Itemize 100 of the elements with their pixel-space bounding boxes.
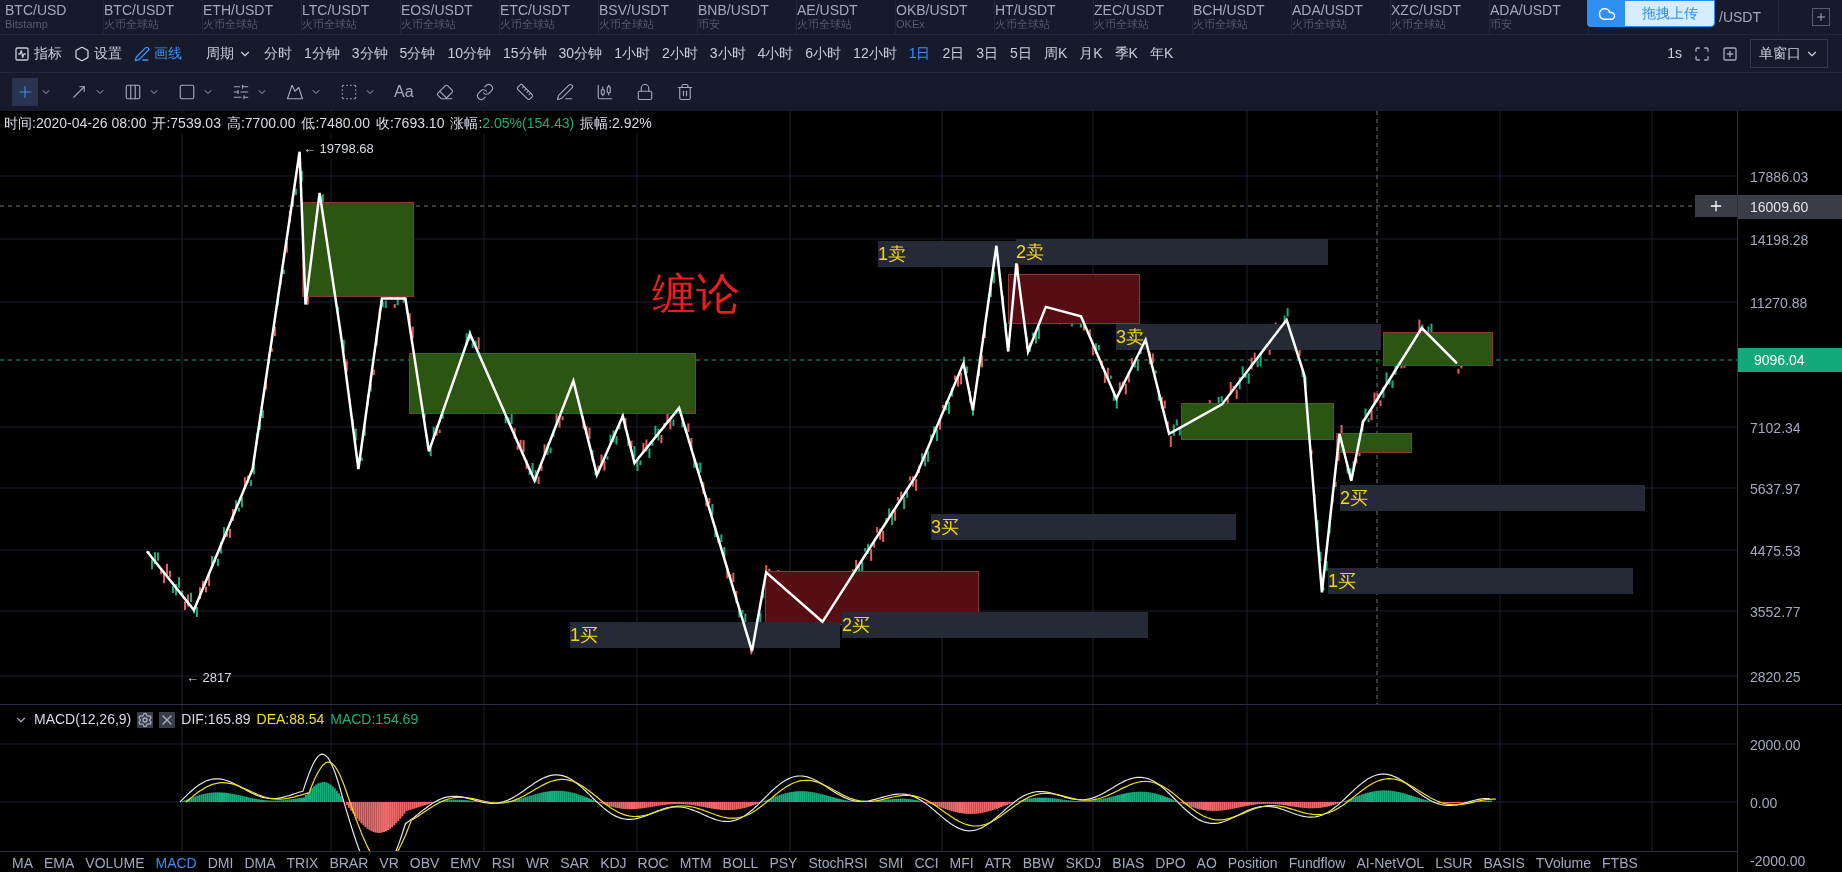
indicator-tab[interactable]: MA	[12, 855, 33, 872]
indicator-tab[interactable]: TVolume	[1535, 855, 1592, 872]
ticker-tab[interactable]: BNB/USDT 币安	[698, 0, 797, 34]
ticker-tab[interactable]: BCH/USDT 火币全球站	[1193, 0, 1292, 34]
lock-icon	[635, 83, 654, 101]
axis-label: 11270.88	[1750, 294, 1808, 313]
indicator-tab[interactable]: FTBS	[1602, 855, 1638, 872]
signal-label: 1买	[1328, 572, 1356, 590]
indicator-tab[interactable]: DMA	[244, 855, 276, 872]
period-tab[interactable]: 1分钟	[304, 43, 340, 64]
indicator-tab[interactable]: VOLUME	[85, 855, 145, 872]
axis-label: 2820.25	[1750, 668, 1801, 687]
pen-icon	[555, 83, 574, 101]
chart-icon	[14, 45, 30, 62]
indicator-tab[interactable]: EMV	[450, 855, 481, 872]
period-tab[interactable]: 3小时	[709, 43, 746, 64]
indicator-tab[interactable]: TRIX	[286, 855, 319, 872]
indicator-tab[interactable]: DPO	[1155, 855, 1186, 872]
indicator-tab[interactable]: BIAS	[1112, 855, 1145, 872]
ticker-tab[interactable]: XZC/USDT 火币全球站	[1391, 0, 1490, 34]
period-tab[interactable]: 6小时	[805, 43, 842, 64]
ticker-tab[interactable]: BTC/USDT 火币全球站	[104, 0, 203, 34]
indicator-tab[interactable]: ATR	[984, 855, 1012, 872]
indicator-tab[interactable]: VR	[379, 855, 399, 872]
indicator-tab[interactable]: BOLL	[722, 855, 759, 872]
toolbar-button[interactable]: 画线	[134, 43, 182, 64]
period-tab[interactable]: 30分钟	[558, 43, 603, 64]
ticker-tab[interactable]: /USDT	[1719, 0, 1779, 34]
indicator-tab[interactable]: MFI	[949, 855, 974, 872]
period-tab[interactable]: 2小时	[661, 43, 698, 64]
ticker-tab[interactable]: ETH/USDT 火币全球站	[203, 0, 302, 34]
toolbar-button[interactable]: 指标	[14, 43, 62, 64]
indicator-tab[interactable]: DMI	[207, 855, 234, 872]
indicator-tab[interactable]: Fundflow	[1288, 855, 1346, 872]
signal-label: 2买	[842, 616, 870, 634]
pen-icon	[134, 45, 150, 62]
period-tab[interactable]: 1小时	[614, 43, 650, 64]
indicator-title: MACD(12,26,9)	[34, 710, 132, 729]
period-tab[interactable]: 5日	[1010, 43, 1032, 64]
indicator-tab[interactable]: BBW	[1022, 855, 1055, 872]
period-tab[interactable]: 年K	[1149, 43, 1174, 64]
indicator-tab[interactable]: AO	[1196, 855, 1217, 872]
ticker-tab[interactable]: BSV/USDT 火币全球站	[599, 0, 698, 34]
toolbar-button[interactable]: 设置	[74, 43, 122, 64]
refresh-interval[interactable]: 1s	[1667, 43, 1682, 64]
indicator-tab[interactable]: WR	[526, 855, 550, 872]
period-tab[interactable]: 分时	[264, 43, 292, 64]
indicator-tab[interactable]: MACD	[155, 855, 197, 872]
indicator-tab[interactable]: LSUR	[1435, 855, 1473, 872]
indicator-tab[interactable]: RSI	[491, 855, 515, 872]
rectangle-icon	[178, 83, 196, 101]
indicator-tab[interactable]: EMA	[44, 855, 75, 872]
add-tab-button[interactable]	[1812, 8, 1830, 26]
signal-label: 3买	[931, 518, 959, 536]
period-tab[interactable]: 季K	[1114, 43, 1138, 64]
period-tab[interactable]: 4小时	[757, 43, 794, 64]
period-tab[interactable]: 周K	[1043, 43, 1068, 64]
ticker-tab[interactable]: ADA/USDT 火币全球站	[1292, 0, 1391, 34]
period-tab[interactable]: 12小时	[853, 43, 897, 64]
indicator-tab[interactable]: OBV	[409, 855, 440, 872]
window-mode-dropdown[interactable]: 单窗口	[1750, 39, 1828, 68]
period-tab[interactable]: 3分钟	[351, 43, 388, 64]
period-dropdown[interactable]: 周期	[206, 43, 252, 64]
indicator-tab[interactable]: SKDJ	[1065, 855, 1102, 872]
period-tab[interactable]: 2日	[942, 43, 965, 64]
ticker-tab[interactable]: HT/USDT 火币全球站	[995, 0, 1094, 34]
settings-icon[interactable]	[137, 711, 154, 728]
indicator-tab[interactable]: PSY	[769, 855, 798, 872]
period-tab[interactable]: 10分钟	[447, 43, 491, 64]
indicator-tab[interactable]: BRAR	[329, 855, 369, 872]
close-icon[interactable]	[159, 711, 176, 728]
indicator-tab[interactable]: Position	[1227, 855, 1278, 872]
ticker-tab[interactable]: EOS/USDT 火币全球站	[401, 0, 500, 34]
period-tab[interactable]: 3日	[976, 43, 999, 64]
ticker-tab[interactable]: OKB/USDT OKEx	[896, 0, 995, 34]
indicator-tab[interactable]: BASIS	[1483, 855, 1525, 872]
ticker-tab[interactable]: LTC/USDT 火币全球站	[302, 0, 401, 34]
indicator-tab[interactable]: ROC	[637, 855, 669, 872]
period-tab[interactable]: 1日	[908, 43, 931, 64]
period-tab[interactable]: 5分钟	[399, 43, 436, 64]
axis-label: -2000.00	[1750, 852, 1806, 871]
indicator-tab[interactable]: SMI	[878, 855, 904, 872]
fullscreen-icon[interactable]	[1694, 45, 1710, 62]
text-tool-button[interactable]: Aa	[390, 78, 418, 106]
period-tab[interactable]: 15分钟	[502, 43, 547, 64]
period-tab[interactable]: 月K	[1079, 43, 1103, 64]
indicator-tab[interactable]: AI-NetVOL	[1356, 855, 1425, 872]
ticker-tab[interactable]: AE/USDT 火币全球站	[797, 0, 896, 34]
indicator-tab[interactable]: MTM	[679, 855, 712, 872]
indicator-tab[interactable]: SAR	[560, 855, 590, 872]
ticker-tab[interactable]: BTC/USD Bitstamp	[5, 0, 104, 34]
line-icon	[70, 83, 88, 101]
indicator-tab[interactable]: StochRSI	[808, 855, 868, 872]
add-window-icon[interactable]	[1722, 45, 1738, 62]
ticker-tab[interactable]: ETC/USDT 火币全球站	[500, 0, 599, 34]
indicator-tab[interactable]: CCI	[914, 855, 939, 872]
chart-title: 缠论	[652, 268, 740, 320]
eraser-icon	[435, 83, 454, 101]
indicator-tab[interactable]: KDJ	[600, 855, 627, 872]
ticker-tab[interactable]: ZEC/USDT 火币全球站	[1094, 0, 1193, 34]
